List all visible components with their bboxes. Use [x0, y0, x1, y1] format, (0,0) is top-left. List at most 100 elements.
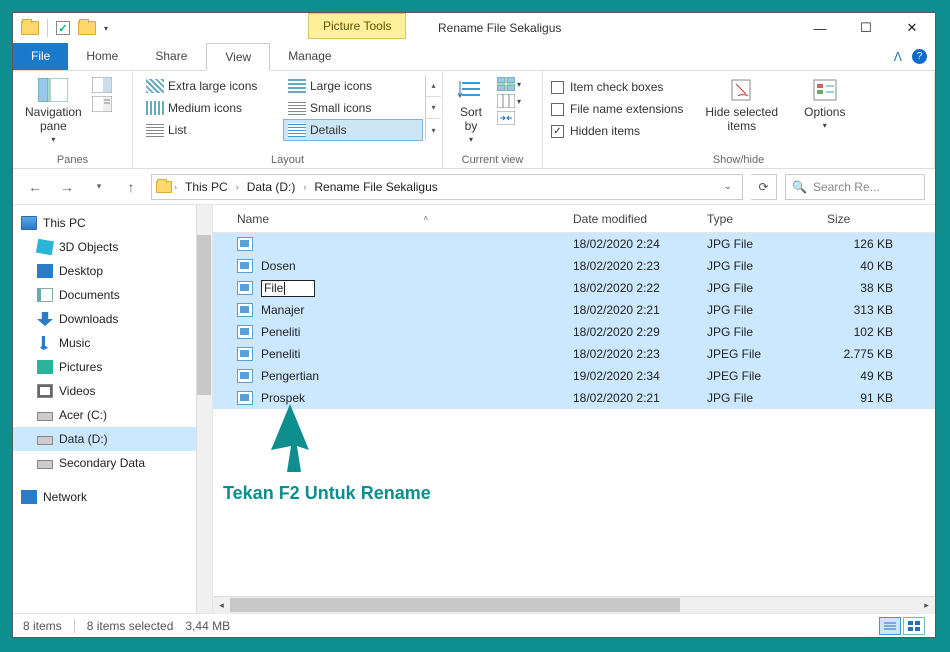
size-columns-icon[interactable] — [497, 111, 515, 125]
preview-pane-icon[interactable] — [92, 77, 112, 93]
tree-desktop[interactable]: Desktop — [13, 259, 212, 283]
table-row[interactable]: Peneliti18/02/2020 2:23JPEG File2.775 KB — [213, 343, 935, 365]
nav-up-button[interactable]: ↑ — [119, 175, 143, 199]
qat-dropdown-icon[interactable]: ▾ — [104, 24, 108, 33]
column-size[interactable]: Size — [815, 212, 935, 226]
context-tab-picture-tools[interactable]: Picture Tools — [308, 13, 406, 39]
sidebar-scrollbar[interactable] — [196, 205, 212, 613]
layout-list[interactable]: List — [141, 119, 281, 141]
image-file-icon — [237, 325, 253, 339]
view-thumbnails-button[interactable] — [903, 617, 925, 635]
file-size: 40 KB — [815, 259, 905, 273]
nav-forward-button[interactable]: → — [55, 175, 79, 199]
ribbon-group-show-hide: Item check boxes File name extensions ✓H… — [543, 71, 935, 168]
qat-properties-check[interactable]: ✓ — [56, 21, 70, 35]
group-by-icon[interactable] — [497, 77, 515, 91]
qat-new-folder[interactable] — [78, 21, 96, 35]
breadcrumb-this-pc[interactable]: This PC — [179, 178, 234, 196]
app-icon — [21, 21, 39, 35]
scroll-right-button[interactable]: ▸ — [918, 597, 935, 614]
nav-back-button[interactable]: ← — [23, 175, 47, 199]
layout-scroll-up[interactable]: ▴ — [426, 75, 441, 97]
tree-music[interactable]: Music — [13, 331, 212, 355]
file-size: 2.775 KB — [815, 347, 905, 361]
column-type[interactable]: Type — [695, 212, 815, 226]
tree-downloads[interactable]: Downloads — [13, 307, 212, 331]
layout-scroll-more[interactable]: ▾ — [426, 119, 441, 141]
table-row[interactable]: 18/02/2020 2:24JPG File126 KB — [213, 233, 935, 255]
close-button[interactable]: ✕ — [889, 13, 935, 43]
image-file-icon — [237, 281, 253, 295]
file-type: JPG File — [695, 259, 815, 273]
chevron-right-icon[interactable]: › — [174, 182, 177, 192]
layout-small[interactable]: Small icons — [283, 97, 423, 119]
table-row[interactable]: Prospek18/02/2020 2:21JPG File91 KB — [213, 387, 935, 409]
maximize-button[interactable]: ☐ — [843, 13, 889, 43]
breadcrumb-dropdown-icon[interactable]: ⌄ — [718, 181, 738, 192]
layout-large[interactable]: Large icons — [283, 75, 423, 97]
ribbon: Navigation pane ▾ Panes Extra large icon… — [13, 71, 935, 169]
refresh-button[interactable]: ⟳ — [751, 174, 777, 200]
item-checkboxes-option[interactable]: Item check boxes — [551, 77, 683, 97]
tab-view[interactable]: View — [206, 43, 270, 71]
file-extensions-option[interactable]: File name extensions — [551, 99, 683, 119]
table-row[interactable]: Pengertian19/02/2020 2:34JPEG File49 KB — [213, 365, 935, 387]
file-size: 313 KB — [815, 303, 905, 317]
column-date[interactable]: Date modified — [561, 212, 695, 226]
tree-this-pc[interactable]: This PC — [13, 211, 212, 235]
sort-by-button[interactable]: Sort by ▾ — [451, 75, 491, 146]
tree-acer-c[interactable]: Acer (C:) — [13, 403, 212, 427]
tree-network[interactable]: Network — [13, 485, 212, 509]
column-name[interactable]: Name˄ — [213, 212, 561, 226]
tree-pictures[interactable]: Pictures — [13, 355, 212, 379]
image-file-icon — [237, 347, 253, 361]
breadcrumb[interactable]: › This PC › Data (D:) › Rename File Seka… — [151, 174, 743, 200]
layout-scroll-down[interactable]: ▾ — [426, 97, 441, 119]
scroll-left-button[interactable]: ◂ — [213, 597, 230, 614]
breadcrumb-current[interactable]: Rename File Sekaligus — [308, 178, 443, 196]
table-row[interactable]: File18/02/2020 2:22JPG File38 KB — [213, 277, 935, 299]
chevron-right-icon[interactable]: › — [303, 182, 306, 192]
scroll-track[interactable] — [230, 597, 918, 614]
layout-medium[interactable]: Medium icons — [141, 97, 281, 119]
layout-details[interactable]: Details — [283, 119, 423, 141]
breadcrumb-data-d[interactable]: Data (D:) — [241, 178, 302, 196]
file-type: JPG File — [695, 325, 815, 339]
tab-home[interactable]: Home — [68, 43, 137, 70]
tree-videos[interactable]: Videos — [13, 379, 212, 403]
tree-data-d[interactable]: Data (D:) — [13, 427, 212, 451]
hide-selected-button[interactable]: Hide selected items — [701, 75, 782, 135]
horizontal-scrollbar[interactable]: ◂ ▸ — [213, 596, 935, 613]
rename-input[interactable]: File — [261, 280, 315, 297]
tree-documents[interactable]: Documents — [13, 283, 212, 307]
tab-share[interactable]: Share — [137, 43, 206, 70]
tab-file[interactable]: File — [13, 43, 68, 70]
details-pane-icon[interactable] — [92, 96, 112, 112]
nav-recent-dropdown[interactable]: ▾ — [87, 175, 111, 199]
file-size: 38 KB — [815, 281, 905, 295]
tree-3d-objects[interactable]: 3D Objects — [13, 235, 212, 259]
view-details-button[interactable] — [879, 617, 901, 635]
chevron-right-icon[interactable]: › — [236, 182, 239, 192]
extra-large-icon — [146, 79, 164, 93]
document-icon — [37, 288, 53, 302]
layout-extra-large[interactable]: Extra large icons — [141, 75, 281, 97]
options-button[interactable]: Options ▾ — [800, 75, 849, 132]
hidden-items-option[interactable]: ✓Hidden items — [551, 121, 683, 141]
drive-icon — [37, 436, 53, 445]
sidebar-scroll-thumb[interactable] — [197, 235, 211, 395]
collapse-ribbon-icon[interactable]: ᐱ — [894, 50, 902, 64]
table-row[interactable]: Peneliti18/02/2020 2:29JPG File102 KB — [213, 321, 935, 343]
search-input[interactable]: 🔍 Search Re... — [785, 174, 925, 200]
tree-secondary[interactable]: Secondary Data — [13, 451, 212, 475]
file-name: Pengertian — [261, 369, 319, 383]
table-row[interactable]: Dosen18/02/2020 2:23JPG File40 KB — [213, 255, 935, 277]
minimize-button[interactable]: — — [797, 13, 843, 43]
scroll-thumb[interactable] — [230, 598, 680, 612]
tab-manage[interactable]: Manage — [270, 43, 350, 70]
file-date: 18/02/2020 2:21 — [561, 303, 695, 317]
add-columns-icon[interactable] — [497, 94, 515, 108]
help-icon[interactable]: ? — [912, 49, 927, 64]
navigation-pane-button[interactable]: Navigation pane ▾ — [21, 75, 86, 146]
table-row[interactable]: Manajer18/02/2020 2:21JPG File313 KB — [213, 299, 935, 321]
